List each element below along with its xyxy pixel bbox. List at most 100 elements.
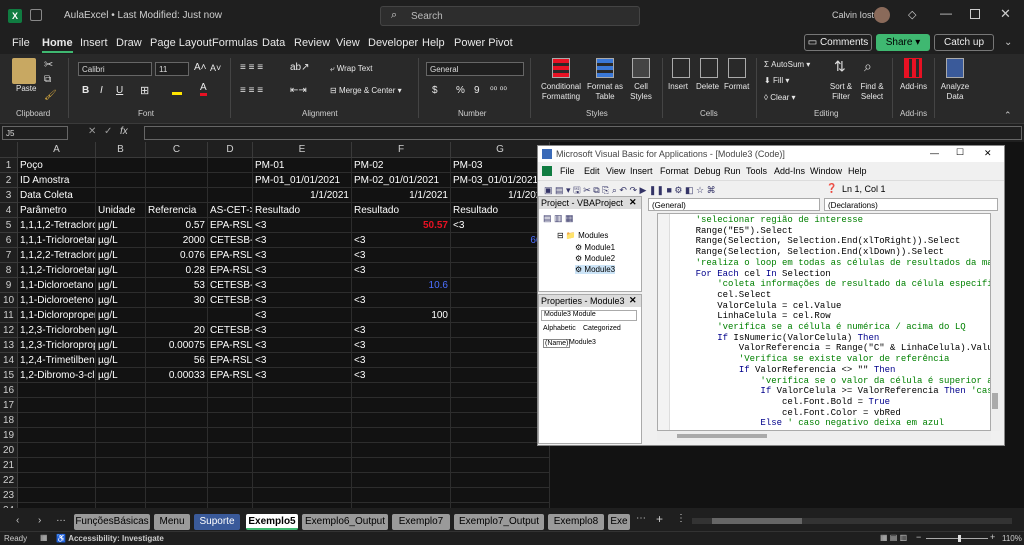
grow-font-icon[interactable]: A˄ xyxy=(194,62,207,73)
shrink-font-icon[interactable]: A˅ xyxy=(210,63,221,73)
cell[interactable] xyxy=(451,398,550,413)
cell[interactable] xyxy=(208,308,253,323)
insert-cells-button[interactable]: Insert xyxy=(668,82,688,91)
code-scrollbar[interactable] xyxy=(991,213,1000,431)
cell[interactable] xyxy=(352,413,451,428)
cell[interactable]: <3 xyxy=(253,233,352,248)
cancel-formula-icon[interactable]: ✕ xyxy=(88,126,96,137)
cell[interactable] xyxy=(451,263,550,278)
cell[interactable]: 20 xyxy=(146,323,208,338)
properties-tab-alphabetic[interactable]: Alphabetic xyxy=(543,325,576,332)
delete-cells-button[interactable]: Delete xyxy=(696,82,719,91)
restore-icon[interactable] xyxy=(970,9,980,19)
add-sheet-icon[interactable]: + xyxy=(656,512,663,526)
object-combo[interactable]: (General) xyxy=(648,198,820,211)
zoom-slider[interactable] xyxy=(926,535,988,542)
cell[interactable]: 1,1-Dicloropropeno xyxy=(18,308,96,323)
cell[interactable] xyxy=(18,503,96,508)
tab-review[interactable]: Review xyxy=(294,37,330,49)
sort-filter-icon[interactable]: ⇅ xyxy=(834,58,846,75)
align-top-icon[interactable]: ≡ ≡ ≡ xyxy=(240,62,263,73)
row-header[interactable]: 6 xyxy=(0,233,18,248)
column-header[interactable]: D xyxy=(208,142,253,158)
cell[interactable]: PM-02_01/01/2021 xyxy=(352,173,451,188)
cell[interactable]: <3 xyxy=(253,293,352,308)
select-all-corner[interactable] xyxy=(0,142,18,158)
cell[interactable]: Data Coleta xyxy=(18,188,96,203)
addins-button[interactable]: Add-ins xyxy=(900,82,927,91)
underline-button[interactable]: U xyxy=(116,85,123,96)
cell[interactable] xyxy=(18,398,96,413)
cell[interactable] xyxy=(253,428,352,443)
sheet-tab[interactable]: Exe xyxy=(608,514,630,530)
close-icon[interactable]: ✕ xyxy=(1000,6,1011,22)
avatar[interactable] xyxy=(874,7,890,23)
cell[interactable]: µg/L xyxy=(96,308,146,323)
cell[interactable] xyxy=(96,158,146,173)
cell[interactable] xyxy=(146,398,208,413)
cell[interactable] xyxy=(451,248,550,263)
cell[interactable]: µg/L xyxy=(96,293,146,308)
cell[interactable]: 10.6 xyxy=(352,278,451,293)
cell[interactable] xyxy=(208,428,253,443)
code-pane[interactable]: 'selecionar região de interesse Range("E… xyxy=(657,213,991,431)
cell[interactable]: 1,2,3-Triclorobenzeno xyxy=(18,323,96,338)
cell[interactable]: 2000 xyxy=(146,233,208,248)
cell[interactable]: PM-01 xyxy=(253,158,352,173)
tab-draw[interactable]: Draw xyxy=(116,37,142,49)
cell[interactable] xyxy=(96,428,146,443)
cell[interactable]: Poço xyxy=(18,158,96,173)
format-as-table-button[interactable]: Format as Table xyxy=(586,82,624,102)
cell[interactable]: 668 xyxy=(451,233,550,248)
cell[interactable] xyxy=(352,398,451,413)
merge-center-button[interactable]: ⊟ Merge & Center ▾ xyxy=(330,86,402,95)
scrollbar-thumb[interactable] xyxy=(712,518,802,524)
cell[interactable]: 1,1,1-Tricloroetano xyxy=(18,233,96,248)
row-header[interactable]: 24 xyxy=(0,503,18,508)
cell[interactable] xyxy=(18,443,96,458)
cell[interactable]: EPA-RSL xyxy=(208,338,253,353)
cell[interactable]: µg/L xyxy=(96,278,146,293)
cell[interactable] xyxy=(253,398,352,413)
cell[interactable] xyxy=(451,353,550,368)
cell[interactable] xyxy=(96,503,146,508)
row-header[interactable]: 1 xyxy=(0,158,18,173)
conditional-formatting-icon[interactable] xyxy=(552,58,570,78)
cell[interactable]: EPA-RSL xyxy=(208,218,253,233)
cell[interactable]: ID Amostra xyxy=(18,173,96,188)
format-cells-button[interactable]: Format xyxy=(724,82,749,91)
properties-tab-categorized[interactable]: Categorized xyxy=(583,325,621,332)
font-size-select[interactable]: 11 xyxy=(155,62,189,76)
column-header[interactable]: C xyxy=(146,142,208,158)
vba-restore-icon[interactable]: ☐ xyxy=(956,147,964,158)
clear-button[interactable]: ◊ Clear ▾ xyxy=(764,93,796,102)
name-box[interactable]: J5 xyxy=(2,126,68,140)
cell[interactable]: µg/L xyxy=(96,323,146,338)
cell[interactable] xyxy=(451,338,550,353)
vba-menu-edit[interactable]: Edit xyxy=(584,166,600,176)
vba-menu-run[interactable]: Run xyxy=(724,166,741,176)
code-line[interactable]: 'verifica se a célula é numérica / acima… xyxy=(674,322,965,332)
cell[interactable] xyxy=(146,308,208,323)
cell[interactable] xyxy=(18,413,96,428)
tab-view[interactable]: View xyxy=(336,37,360,49)
row-header[interactable]: 2 xyxy=(0,173,18,188)
italic-button[interactable]: I xyxy=(100,85,103,96)
tab-options-icon[interactable]: ⋮ xyxy=(676,513,686,524)
cell[interactable] xyxy=(146,458,208,473)
sheet-tab[interactable]: Exemplo7 xyxy=(392,514,450,530)
property-name-value[interactable]: Module3 xyxy=(569,339,596,346)
comments-button[interactable]: ▭ Comments xyxy=(804,34,872,51)
cell[interactable] xyxy=(451,383,550,398)
vba-menu-tools[interactable]: Tools xyxy=(746,166,767,176)
code-line[interactable]: Else ' caso negativo deixa em azul xyxy=(674,418,944,428)
fill-color-icon[interactable] xyxy=(172,85,182,95)
cell[interactable]: EPA-RSL xyxy=(208,368,253,383)
cell[interactable] xyxy=(253,488,352,503)
vba-close-icon[interactable]: ✕ xyxy=(984,148,992,159)
vba-menu-insert[interactable]: Insert xyxy=(630,166,653,176)
cell[interactable] xyxy=(18,428,96,443)
cell[interactable]: <3 xyxy=(352,353,451,368)
delete-cells-icon[interactable] xyxy=(700,58,718,78)
chevron-down-icon[interactable]: ⌄ xyxy=(1004,37,1012,48)
